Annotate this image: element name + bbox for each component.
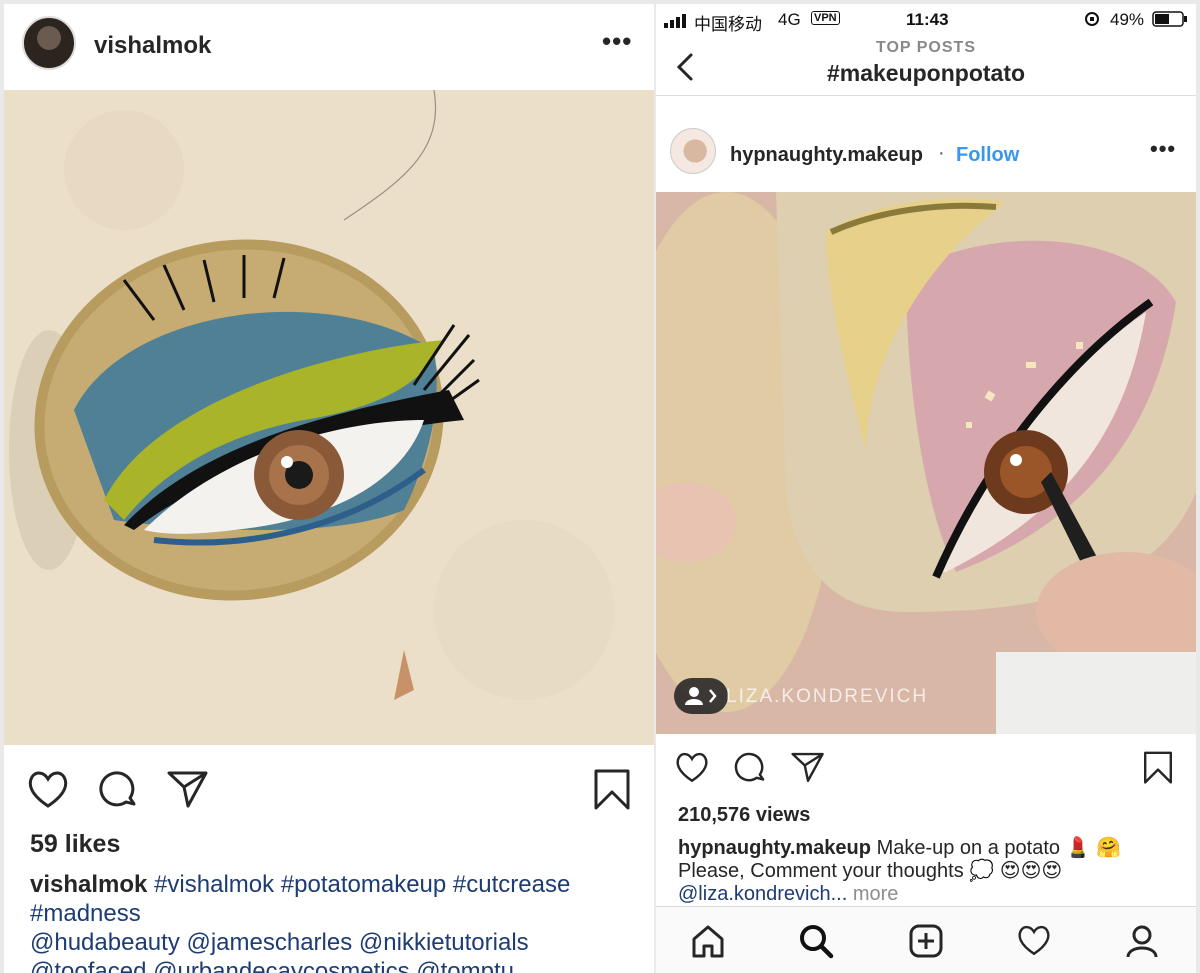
caption-text-line-2: Please, Comment your thoughts 💭 😍😍😍 (678, 860, 1063, 882)
more-options-button[interactable]: ••• (1150, 136, 1176, 162)
comment-icon[interactable] (96, 768, 140, 817)
search-icon[interactable] (798, 923, 834, 964)
post-caption: vishalmok #vishalmok #potatomakeup #cutc… (30, 870, 640, 973)
rotation-lock-icon (1084, 11, 1100, 32)
likes-count[interactable]: 59 likes (30, 830, 120, 859)
avatar[interactable] (22, 16, 76, 70)
battery-icon (1152, 11, 1188, 32)
status-bar: 中国移动 4G VPN 11:43 49% (656, 4, 1196, 34)
heart-icon[interactable] (26, 768, 70, 815)
vpn-badge: VPN (811, 11, 840, 25)
page-subtitle: TOP POSTS (876, 39, 976, 56)
caption-mentions-line-2[interactable]: @toofaced @urbandecaycosmetics @tomptu (30, 957, 640, 973)
post-video[interactable]: LIZA.KONDREVICH (656, 192, 1196, 734)
activity-heart-icon[interactable] (1016, 923, 1052, 962)
bookmark-icon[interactable] (592, 768, 632, 817)
comment-icon[interactable] (732, 750, 768, 791)
add-icon[interactable] (908, 923, 944, 964)
caption-text: Make-up on a potato 💄 🤗 (876, 837, 1121, 859)
signal-icon (664, 13, 690, 33)
avatar[interactable] (670, 128, 716, 174)
post-photo[interactable] (4, 90, 654, 745)
caption-username[interactable]: vishalmok (30, 871, 147, 898)
post-header: vishalmok ••• (4, 4, 654, 90)
post-actions (656, 746, 1196, 796)
right-post-panel: 中国移动 4G VPN 11:43 49% TOP POSTS #makeupo… (656, 4, 1196, 973)
heart-icon[interactable] (674, 750, 710, 789)
page-title: #makeuponpotato (826, 60, 1026, 86)
network-label: 4G (778, 10, 801, 29)
post-username[interactable]: hypnaughty.makeup (730, 144, 923, 167)
carrier-label: 中国移动 (694, 15, 762, 34)
video-watermark: LIZA.KONDREVICH (726, 686, 929, 707)
caption-mentions-line[interactable]: @hudabeauty @jamescharles @nikkietutoria… (30, 928, 640, 957)
caption-hashtags[interactable]: #vishalmok #potatomakeup #cutcrease (154, 871, 570, 898)
caption-username[interactable]: hypnaughty.makeup (678, 837, 871, 859)
battery-percent: 49% (1110, 10, 1145, 29)
bookmark-icon[interactable] (1142, 750, 1174, 791)
post-username[interactable]: vishalmok (94, 32, 211, 60)
separator-dot: · (938, 142, 945, 164)
home-icon[interactable] (690, 923, 726, 964)
tagged-people-button[interactable] (674, 678, 728, 714)
bottom-tab-bar (656, 906, 1196, 973)
top-posts-header: TOP POSTS #makeuponpotato (656, 34, 1196, 96)
caption-more-link[interactable]: more (853, 883, 899, 905)
send-icon[interactable] (790, 750, 826, 789)
caption-hashtag-line[interactable]: #madness (30, 899, 640, 928)
post-actions (4, 764, 654, 824)
send-icon[interactable] (166, 768, 210, 815)
caption-mention[interactable]: @liza.kondrevich... (678, 883, 847, 905)
post-header: hypnaughty.makeup · Follow ••• (656, 96, 1196, 192)
follow-button[interactable]: Follow (956, 144, 1019, 167)
post-caption: hypnaughty.makeup Make-up on a potato 💄 … (678, 837, 1188, 906)
views-count[interactable]: 210,576 views (678, 804, 810, 827)
profile-icon[interactable] (1124, 923, 1160, 964)
clock: 11:43 (906, 10, 949, 29)
more-options-button[interactable]: ••• (602, 26, 632, 57)
left-post-panel: vishalmok ••• 59 likes vishalmok #vishal… (4, 4, 654, 973)
